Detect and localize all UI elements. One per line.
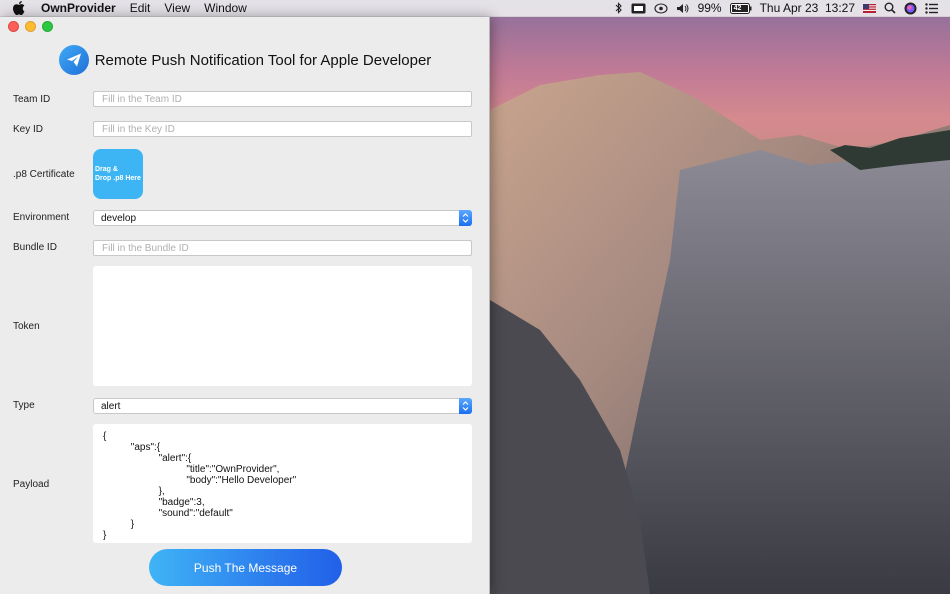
type-value: alert bbox=[101, 400, 121, 412]
dropzone-text-line2: Drop .p8 Here bbox=[95, 175, 141, 182]
bluetooth-icon[interactable] bbox=[615, 2, 623, 14]
paper-plane-logo-icon bbox=[58, 45, 89, 75]
menu-view[interactable]: View bbox=[164, 1, 190, 15]
menu-bar: OwnProvider Edit View Window 99% 42 Thu … bbox=[0, 0, 950, 17]
menu-window[interactable]: Window bbox=[204, 1, 247, 15]
battery-icon[interactable]: 42 bbox=[729, 2, 752, 14]
airplay-icon[interactable] bbox=[654, 2, 668, 14]
environment-select[interactable]: develop bbox=[93, 210, 472, 226]
key-id-label: Key ID bbox=[13, 124, 44, 135]
minimize-window-button[interactable] bbox=[25, 20, 36, 32]
bundle-id-label: Bundle ID bbox=[13, 242, 57, 253]
menu-edit[interactable]: Edit bbox=[130, 1, 151, 15]
type-select[interactable]: alert bbox=[93, 398, 472, 414]
type-label: Type bbox=[13, 400, 35, 411]
select-stepper-icon bbox=[459, 398, 472, 414]
team-id-label: Team ID bbox=[13, 94, 51, 105]
notification-center-icon[interactable] bbox=[925, 2, 938, 14]
payload-label: Payload bbox=[13, 479, 50, 490]
app-header: Remote Push Notification Tool for Apple … bbox=[0, 44, 490, 76]
apple-menu-icon[interactable] bbox=[13, 1, 27, 15]
battery-percent: 99% bbox=[697, 1, 722, 15]
app-window: Remote Push Notification Tool for Apple … bbox=[0, 17, 490, 594]
bundle-id-input[interactable] bbox=[93, 240, 472, 256]
menubar-clock[interactable]: Thu Apr 23 13:27 bbox=[760, 1, 855, 15]
keyboard-icon[interactable] bbox=[631, 3, 646, 14]
dropzone-text-line1: Drag & bbox=[95, 166, 118, 173]
search-icon[interactable] bbox=[884, 2, 896, 14]
menu-app-name[interactable]: OwnProvider bbox=[41, 1, 116, 15]
window-titlebar[interactable] bbox=[0, 17, 489, 35]
volume-icon[interactable] bbox=[676, 3, 690, 14]
environment-label: Environment bbox=[13, 212, 70, 223]
zoom-window-button[interactable] bbox=[42, 20, 53, 32]
p8-certificate-dropzone[interactable]: Drag & Drop .p8 Here bbox=[93, 149, 143, 199]
certificate-label: .p8 Certificate bbox=[13, 169, 75, 180]
page-title: Remote Push Notification Tool for Apple … bbox=[94, 51, 432, 69]
key-id-input[interactable] bbox=[93, 121, 472, 137]
token-label: Token bbox=[13, 321, 40, 332]
payload-textarea[interactable]: { "aps":{ "alert":{ "title":"OwnProvider… bbox=[93, 424, 472, 543]
environment-value: develop bbox=[101, 212, 137, 224]
close-window-button[interactable] bbox=[8, 20, 19, 32]
us-flag-icon[interactable] bbox=[863, 3, 876, 13]
siri-icon[interactable] bbox=[904, 2, 917, 15]
token-textarea[interactable] bbox=[93, 266, 472, 386]
push-message-button[interactable]: Push The Message bbox=[149, 549, 342, 586]
team-id-input[interactable] bbox=[93, 91, 472, 107]
select-stepper-icon bbox=[459, 210, 472, 226]
battery-level: 42 bbox=[733, 4, 742, 12]
